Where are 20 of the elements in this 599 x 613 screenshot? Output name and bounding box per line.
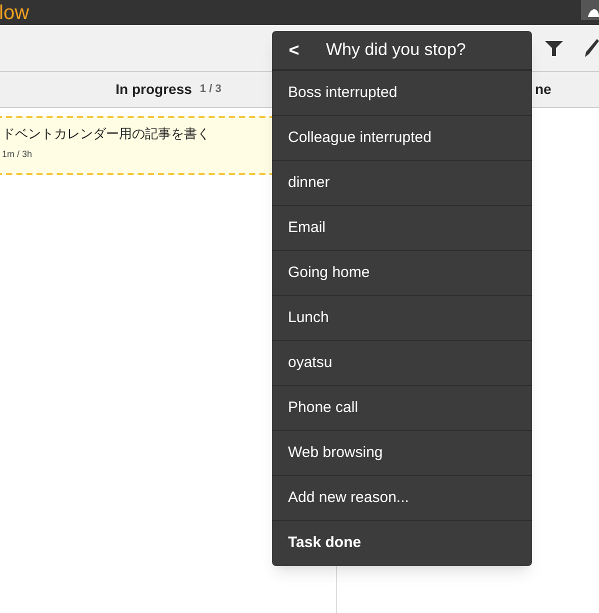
- app-logo: low: [0, 2, 30, 22]
- reason-menu-item[interactable]: oyatsu: [272, 341, 532, 386]
- task-time: 1m / 3h: [2, 148, 34, 160]
- column-title: ne: [535, 80, 552, 99]
- add-menu-item[interactable]: Add new reason...: [272, 476, 532, 521]
- column-count: 1 / 3: [200, 82, 222, 98]
- filter-icon[interactable]: [545, 40, 563, 56]
- menu-title: Why did you stop?: [326, 39, 466, 62]
- done-menu-item[interactable]: Task done: [272, 521, 532, 566]
- reason-menu-item[interactable]: Web browsing: [272, 431, 532, 476]
- reason-menu-item[interactable]: dinner: [272, 161, 532, 206]
- column-title: In progress: [116, 80, 192, 99]
- reason-menu-item[interactable]: Boss interrupted: [272, 71, 532, 116]
- reason-menu-item[interactable]: Email: [272, 206, 532, 251]
- back-button[interactable]: <: [272, 36, 316, 64]
- reason-menu-item[interactable]: Colleague interrupted: [272, 116, 532, 161]
- reason-menu-item[interactable]: Lunch: [272, 296, 532, 341]
- pencil-icon[interactable]: [585, 39, 599, 57]
- reason-menu-item[interactable]: Going home: [272, 251, 532, 296]
- reason-menu-item[interactable]: Phone call: [272, 386, 532, 431]
